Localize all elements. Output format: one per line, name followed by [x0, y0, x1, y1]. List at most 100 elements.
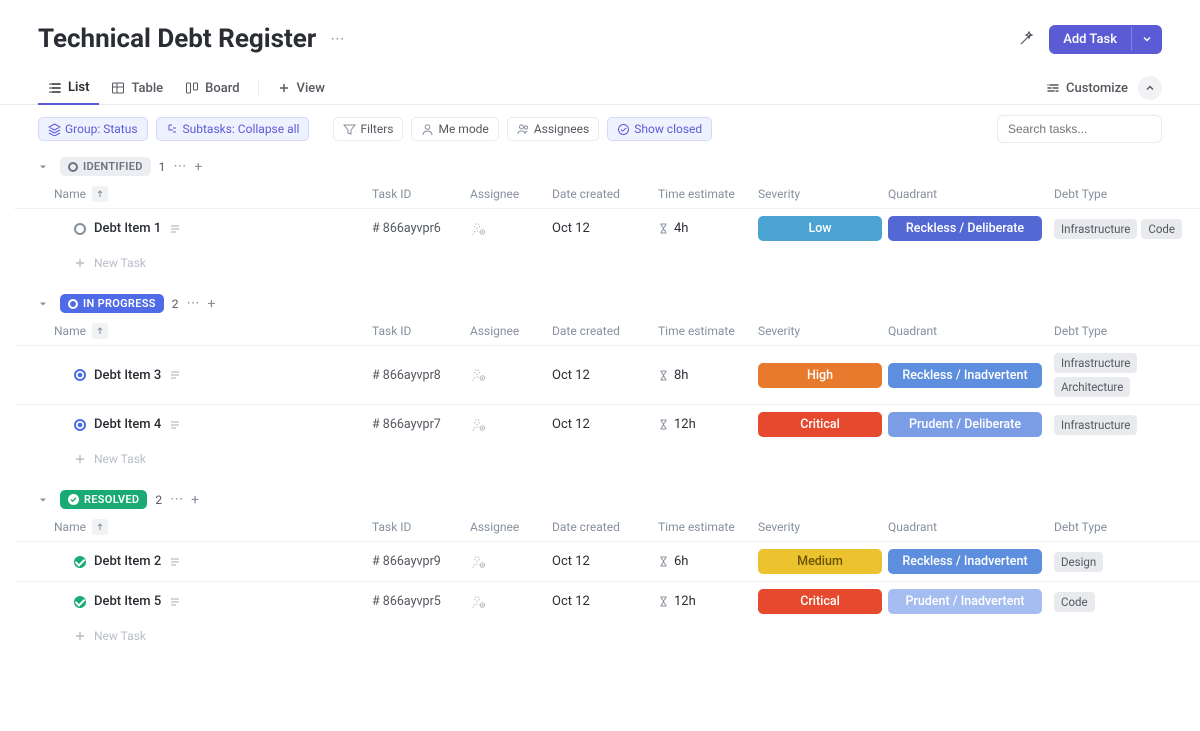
cell-date[interactable]: Oct 12 — [552, 417, 658, 432]
column-header-quadrant[interactable]: Quadrant — [888, 520, 1054, 534]
cell-debttype[interactable]: Design — [1054, 552, 1200, 572]
new-task-button[interactable]: New Task — [14, 621, 1200, 651]
cell-date[interactable]: Oct 12 — [552, 221, 658, 236]
view-tab-board[interactable]: Board — [175, 73, 249, 104]
column-header-time[interactable]: Time estimate — [658, 324, 758, 338]
add-task-label[interactable]: Add Task — [1049, 25, 1131, 54]
view-tab-list[interactable]: List — [38, 72, 99, 105]
task-name[interactable]: Debt Item 2 — [94, 554, 161, 569]
group-status-pill-identified[interactable]: IDENTIFIED — [60, 157, 151, 176]
column-header-date[interactable]: Date created — [552, 187, 658, 201]
column-header-taskid[interactable]: Task ID — [372, 324, 470, 338]
cell-assignee[interactable] — [470, 554, 552, 570]
row-status-icon[interactable] — [74, 369, 86, 381]
column-header-debttype[interactable]: Debt Type — [1054, 324, 1200, 338]
cell-severity[interactable]: Critical — [758, 589, 888, 614]
cell-debttype[interactable]: InfrastructureCode — [1054, 219, 1200, 239]
filters-chip[interactable]: Filters — [333, 117, 403, 141]
me-mode-chip[interactable]: Me mode — [411, 117, 498, 141]
debt-type-tag[interactable]: Code — [1054, 592, 1095, 612]
group-add-task-button[interactable]: + — [194, 159, 202, 175]
column-header-severity[interactable]: Severity — [758, 324, 888, 338]
group-status-pill-resolved[interactable]: RESOLVED — [60, 490, 147, 509]
debt-type-tag[interactable]: Code — [1141, 219, 1182, 239]
table-row[interactable]: Debt Item 5# 866ayvpr5Oct 1212hCriticalP… — [14, 581, 1200, 621]
collapse-panel-button[interactable] — [1138, 76, 1162, 100]
group-collapse-toggle[interactable] — [38, 299, 52, 309]
add-view-button[interactable]: View — [267, 73, 335, 104]
column-header-quadrant[interactable]: Quadrant — [888, 324, 1054, 338]
table-row[interactable]: Debt Item 2# 866ayvpr9Oct 126hMediumReck… — [14, 541, 1200, 581]
sort-button[interactable] — [92, 186, 108, 202]
assignees-chip[interactable]: Assignees — [507, 117, 599, 141]
column-header-time[interactable]: Time estimate — [658, 520, 758, 534]
column-header-assignee[interactable]: Assignee — [470, 324, 552, 338]
column-header-assignee[interactable]: Assignee — [470, 187, 552, 201]
column-header-severity[interactable]: Severity — [758, 187, 888, 201]
table-row[interactable]: Debt Item 4# 866ayvpr7Oct 1212hCriticalP… — [14, 404, 1200, 444]
column-header-name[interactable]: Name — [54, 323, 372, 339]
cell-time[interactable]: 12h — [658, 417, 758, 432]
view-tab-table[interactable]: Table — [101, 73, 173, 104]
column-header-name[interactable]: Name — [54, 186, 372, 202]
cell-quadrant[interactable]: Reckless / Inadvertent — [888, 363, 1054, 388]
column-header-name[interactable]: Name — [54, 519, 372, 535]
cell-debttype[interactable]: Code — [1054, 592, 1200, 612]
cell-time[interactable]: 6h — [658, 554, 758, 569]
cell-quadrant[interactable]: Prudent / Inadvertent — [888, 589, 1054, 614]
group-by-chip[interactable]: Group: Status — [38, 117, 148, 141]
sort-button[interactable] — [92, 519, 108, 535]
cell-date[interactable]: Oct 12 — [552, 594, 658, 609]
add-task-dropdown[interactable] — [1131, 27, 1162, 51]
cell-assignee[interactable] — [470, 594, 552, 610]
debt-type-tag[interactable]: Infrastructure — [1054, 353, 1137, 373]
sort-button[interactable] — [92, 323, 108, 339]
cell-time[interactable]: 8h — [658, 368, 758, 383]
subtasks-chip[interactable]: Subtasks: Collapse all — [156, 117, 310, 141]
cell-debttype[interactable]: Infrastructure Architecture — [1054, 353, 1200, 397]
search-input[interactable] — [1008, 122, 1151, 136]
cell-quadrant[interactable]: Prudent / Deliberate — [888, 412, 1054, 437]
description-icon[interactable] — [169, 369, 181, 381]
description-icon[interactable] — [169, 419, 181, 431]
title-menu-button[interactable]: ⋯ — [330, 31, 344, 47]
column-header-assignee[interactable]: Assignee — [470, 520, 552, 534]
task-name[interactable]: Debt Item 3 — [94, 368, 161, 383]
task-name[interactable]: Debt Item 4 — [94, 417, 161, 432]
debt-type-tag[interactable]: Infrastructure — [1054, 219, 1137, 239]
table-row[interactable]: Debt Item 3# 866ayvpr8Oct 128hHighReckle… — [14, 345, 1200, 404]
cell-quadrant[interactable]: Reckless / Inadvertent — [888, 549, 1054, 574]
cell-assignee[interactable] — [470, 417, 552, 433]
debt-type-tag[interactable]: Infrastructure — [1054, 415, 1137, 435]
new-task-button[interactable]: New Task — [14, 248, 1200, 278]
group-menu-button[interactable]: ⋯ — [173, 159, 186, 174]
new-task-button[interactable]: New Task — [14, 444, 1200, 474]
column-header-taskid[interactable]: Task ID — [372, 520, 470, 534]
cell-severity[interactable]: High — [758, 363, 888, 388]
task-name[interactable]: Debt Item 1 — [94, 221, 161, 236]
column-header-time[interactable]: Time estimate — [658, 187, 758, 201]
group-menu-button[interactable]: ⋯ — [186, 296, 199, 311]
column-header-date[interactable]: Date created — [552, 520, 658, 534]
description-icon[interactable] — [169, 223, 181, 235]
column-header-date[interactable]: Date created — [552, 324, 658, 338]
column-header-debttype[interactable]: Debt Type — [1054, 520, 1200, 534]
debt-type-tag[interactable]: Architecture — [1054, 377, 1130, 397]
cell-time[interactable]: 12h — [658, 594, 758, 609]
row-status-icon[interactable] — [74, 556, 86, 568]
show-closed-chip[interactable]: Show closed — [607, 117, 712, 141]
group-menu-button[interactable]: ⋯ — [170, 492, 183, 507]
cell-assignee[interactable] — [470, 221, 552, 237]
group-add-task-button[interactable]: + — [191, 492, 199, 508]
column-header-severity[interactable]: Severity — [758, 520, 888, 534]
column-header-taskid[interactable]: Task ID — [372, 187, 470, 201]
group-add-task-button[interactable]: + — [207, 296, 215, 312]
cell-time[interactable]: 4h — [658, 221, 758, 236]
row-status-icon[interactable] — [74, 223, 86, 235]
cell-quadrant[interactable]: Reckless / Deliberate — [888, 216, 1054, 241]
row-status-icon[interactable] — [74, 419, 86, 431]
cell-severity[interactable]: Medium — [758, 549, 888, 574]
customize-button[interactable]: Customize — [1046, 81, 1128, 96]
debt-type-tag[interactable]: Design — [1054, 552, 1103, 572]
cell-severity[interactable]: Low — [758, 216, 888, 241]
